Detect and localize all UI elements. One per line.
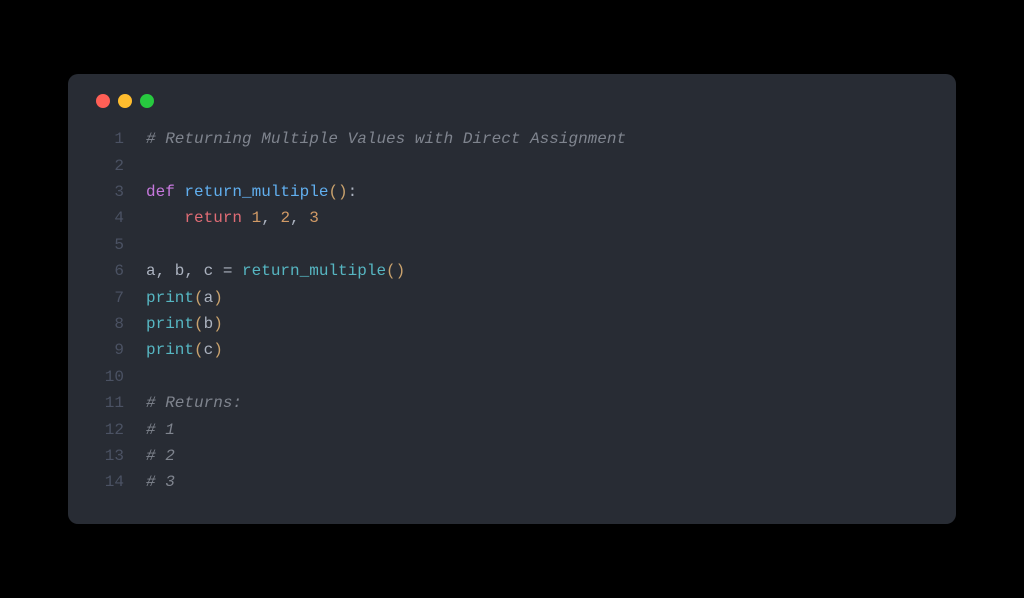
code-token: () — [328, 183, 347, 201]
code-token: 1 — [252, 209, 262, 227]
code-line: 5 — [92, 232, 932, 258]
code-token: ( — [194, 289, 204, 307]
code-token: a, b, c — [146, 262, 223, 280]
line-number: 13 — [92, 443, 124, 469]
code-line: 6 a, b, c = return_multiple() — [92, 258, 932, 284]
code-token: ) — [213, 315, 223, 333]
code-token — [146, 209, 184, 227]
line-content: print(c) — [146, 337, 223, 363]
code-token: ( — [194, 341, 204, 359]
line-number: 3 — [92, 179, 124, 205]
code-token: # Returning Multiple Values with Direct … — [146, 130, 626, 148]
line-content: def return_multiple(): — [146, 179, 357, 205]
line-content — [146, 232, 156, 258]
line-number: 9 — [92, 337, 124, 363]
line-content: print(b) — [146, 311, 223, 337]
line-content — [146, 364, 156, 390]
code-line: 13 # 2 — [92, 443, 932, 469]
code-token: , — [290, 209, 309, 227]
code-token: : — [348, 183, 358, 201]
code-line: 11 # Returns: — [92, 390, 932, 416]
line-content: # Returns: — [146, 390, 242, 416]
line-number: 7 — [92, 285, 124, 311]
code-token: print — [146, 315, 194, 333]
code-token: # 1 — [146, 421, 175, 439]
line-number: 11 — [92, 390, 124, 416]
code-line: 8 print(b) — [92, 311, 932, 337]
line-number: 1 — [92, 126, 124, 152]
code-token: return_multiple — [242, 262, 386, 280]
code-line: 3 def return_multiple(): — [92, 179, 932, 205]
code-line: 14 # 3 — [92, 469, 932, 495]
line-content: a, b, c = return_multiple() — [146, 258, 405, 284]
code-token: c — [204, 341, 214, 359]
line-content: print(a) — [146, 285, 223, 311]
code-token: ( — [194, 315, 204, 333]
code-token: 3 — [309, 209, 319, 227]
line-content: # 1 — [146, 417, 175, 443]
code-token: ) — [213, 341, 223, 359]
code-token: return_multiple — [184, 183, 328, 201]
code-token: b — [204, 315, 214, 333]
code-token: # 3 — [146, 473, 175, 491]
line-number: 2 — [92, 153, 124, 179]
line-number: 14 — [92, 469, 124, 495]
minimize-icon[interactable] — [118, 94, 132, 108]
code-token: return — [184, 209, 251, 227]
code-token: 2 — [280, 209, 290, 227]
line-number: 6 — [92, 258, 124, 284]
close-icon[interactable] — [96, 94, 110, 108]
code-token: () — [386, 262, 405, 280]
line-number: 8 — [92, 311, 124, 337]
code-token: def — [146, 183, 184, 201]
code-token: ) — [213, 289, 223, 307]
code-token: # Returns: — [146, 394, 242, 412]
line-content: # Returning Multiple Values with Direct … — [146, 126, 626, 152]
line-content: return 1, 2, 3 — [146, 205, 319, 231]
code-line: 2 — [92, 153, 932, 179]
code-line: 12 # 1 — [92, 417, 932, 443]
line-content — [146, 153, 156, 179]
code-block: 1 # Returning Multiple Values with Direct… — [92, 126, 932, 495]
line-content: # 3 — [146, 469, 175, 495]
maximize-icon[interactable] — [140, 94, 154, 108]
traffic-lights — [96, 94, 932, 108]
code-line: 4 return 1, 2, 3 — [92, 205, 932, 231]
line-number: 10 — [92, 364, 124, 390]
code-token: # 2 — [146, 447, 175, 465]
code-window: 1 # Returning Multiple Values with Direct… — [68, 74, 956, 523]
line-number: 12 — [92, 417, 124, 443]
code-token: a — [204, 289, 214, 307]
code-line: 10 — [92, 364, 932, 390]
code-token: , — [261, 209, 280, 227]
code-token: = — [223, 262, 242, 280]
code-token: print — [146, 289, 194, 307]
code-line: 7 print(a) — [92, 285, 932, 311]
line-number: 4 — [92, 205, 124, 231]
code-line: 9 print(c) — [92, 337, 932, 363]
line-content: # 2 — [146, 443, 175, 469]
line-number: 5 — [92, 232, 124, 258]
code-line: 1 # Returning Multiple Values with Direct… — [92, 126, 932, 152]
code-token: print — [146, 341, 194, 359]
